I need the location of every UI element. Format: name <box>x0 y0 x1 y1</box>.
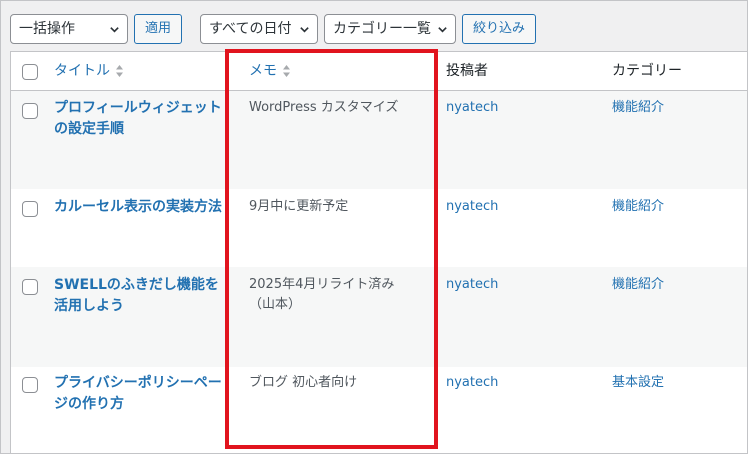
post-title-link[interactable]: SWELLのふきだし機能を活用しよう <box>54 275 228 317</box>
row-checkbox[interactable] <box>22 279 38 295</box>
author-link[interactable]: nyatech <box>446 275 498 295</box>
memo-text: 2025年4月リライト済み（山本） <box>249 277 395 312</box>
post-title-link[interactable]: プライバシーポリシーページの作り方 <box>54 373 228 415</box>
row-checkbox[interactable] <box>22 377 38 393</box>
table-row: SWELLのふきだし機能を活用しよう 2025年4月リライト済み（山本） nya… <box>11 267 747 367</box>
category-link[interactable]: 機能紹介 <box>612 98 664 118</box>
column-title-label: タイトル <box>54 63 110 79</box>
category-link[interactable]: 機能紹介 <box>612 197 664 217</box>
column-header-category: カテゴリー <box>612 63 682 79</box>
post-title-link[interactable]: カルーセル表示の実装方法 <box>54 197 234 218</box>
memo-text: 9月中に更新予定 <box>249 199 349 214</box>
author-link[interactable]: nyatech <box>446 373 498 393</box>
category-link[interactable]: 機能紹介 <box>612 275 664 295</box>
column-header-memo[interactable]: メモ <box>249 52 290 90</box>
tablenav-top: 一括操作 適用 すべての日付 カテゴリー一覧 絞り込み <box>1 1 747 51</box>
author-link[interactable]: nyatech <box>446 98 498 118</box>
apply-button[interactable]: 適用 <box>134 14 182 44</box>
chevron-down-icon <box>300 27 309 33</box>
date-filter-select[interactable]: すべての日付 <box>200 14 318 44</box>
table-header: タイトル メモ 投稿者 カテゴリー <box>11 52 747 91</box>
memo-text: WordPress カスタマイズ <box>249 100 399 115</box>
sort-arrows-icon <box>116 65 123 77</box>
date-filter-value: すべての日付 <box>209 21 292 37</box>
category-filter-value: カテゴリー一覧 <box>333 21 431 37</box>
row-checkbox[interactable] <box>22 103 38 119</box>
author-link[interactable]: nyatech <box>446 197 498 217</box>
table-row: カルーセル表示の実装方法 9月中に更新予定 nyatech 機能紹介 <box>11 189 747 267</box>
column-header-author: 投稿者 <box>446 63 488 79</box>
row-checkbox[interactable] <box>22 201 38 217</box>
category-filter-select[interactable]: カテゴリー一覧 <box>324 14 456 44</box>
table-row: プロフィールウィジェットの設定手順 WordPress カスタマイズ nyate… <box>11 91 747 189</box>
column-memo-label: メモ <box>249 63 277 79</box>
post-title-link[interactable]: プロフィールウィジェットの設定手順 <box>54 98 228 140</box>
bulk-action-select[interactable]: 一括操作 <box>10 14 128 44</box>
table-row: プライバシーポリシーページの作り方 ブログ 初心者向け nyatech 基本設定 <box>11 367 747 453</box>
sort-arrows-icon <box>283 65 290 77</box>
memo-text: ブログ 初心者向け <box>249 375 358 390</box>
column-header-title[interactable]: タイトル <box>54 52 123 90</box>
bulk-action-value: 一括操作 <box>19 21 75 37</box>
chevron-down-icon <box>438 27 447 33</box>
chevron-down-icon <box>110 27 119 33</box>
select-all-checkbox[interactable] <box>22 64 38 80</box>
category-link[interactable]: 基本設定 <box>612 373 664 393</box>
filter-button[interactable]: 絞り込み <box>462 14 536 44</box>
posts-table: タイトル メモ 投稿者 カテゴリー プロフィールウィジェットの設定手順 Word… <box>10 51 747 453</box>
screenshot-frame: 一括操作 適用 すべての日付 カテゴリー一覧 絞り込み タイトル メモ 投稿者 <box>0 0 748 454</box>
